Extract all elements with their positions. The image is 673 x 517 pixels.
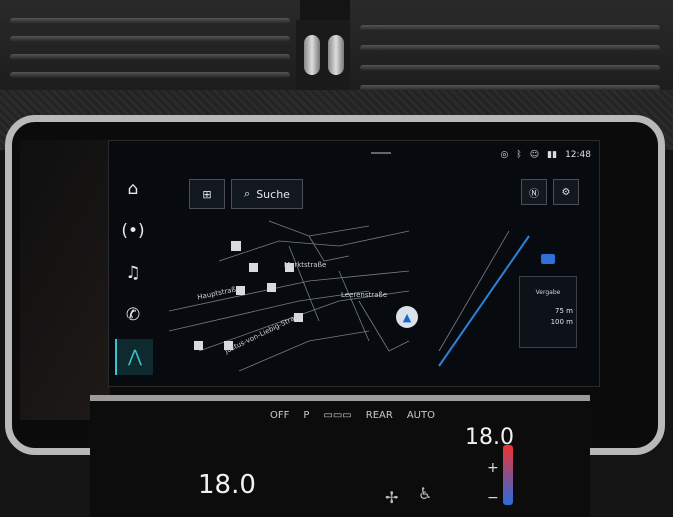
radio-icon: (•) [121,221,145,241]
nav-rail: ⌂ (•) ♫ ✆ ⋀ [109,171,153,386]
parking-button[interactable]: P [303,410,309,421]
rear-defrost-button[interactable]: ▭▭▭ [323,410,351,421]
distance-2: 100 m [550,318,573,326]
temp-down-button[interactable]: − [487,490,499,506]
music-icon: ♫ [125,263,141,283]
auto-button[interactable]: AUTO [407,410,435,421]
route-line [438,235,530,367]
infotainment-screen: ◎ ᛒ ☺ ▮▮ 12:48 ⌂ (•) ♫ ✆ ⋀ ⊞ ⌕ Suche Ⓝ ⚙… [108,140,600,387]
air-vent-right [350,0,673,100]
music-button[interactable]: ♫ [115,255,151,291]
seat-icon[interactable]: ♿ [418,484,432,503]
phone-button[interactable]: ✆ [115,297,151,333]
compass-button[interactable]: Ⓝ [521,179,547,205]
screen-reflection [20,140,110,420]
distance-1: 75 m [555,307,573,315]
hazard-knob-area [296,20,354,90]
apps-grid-icon: ⊞ [202,187,212,201]
speed-limit-sign [541,254,555,264]
temperature-slider[interactable] [503,445,513,505]
person-icon: ☺ [529,150,540,160]
compass-icon: Ⓝ [529,188,539,200]
navigation-icon: ⋀ [128,347,142,367]
clock: 12:48 [565,150,591,160]
status-bar: ◎ ᛒ ☺ ▮▮ 12:48 [501,147,592,163]
street-label: Leerenstraße [341,291,388,299]
drag-handle[interactable] [371,152,391,154]
home-button[interactable]: ⌂ [115,171,151,207]
search-icon: ⌕ [244,187,251,200]
bluetooth-icon: ᛒ [516,150,522,160]
temperature-left[interactable]: 18.0 [198,470,256,500]
distance-readout: 75 m 100 m [551,306,573,328]
fan-icon[interactable]: ✢ [385,488,398,507]
street-label: Marktstraße [284,261,327,269]
home-icon: ⌂ [127,179,139,199]
settings-button[interactable]: ⚙ [553,179,579,205]
radio-button[interactable]: (•) [115,213,151,249]
search-label: Suche [256,187,290,201]
temp-up-button[interactable]: + [487,460,499,476]
position-marker-icon: ▲ [396,306,418,328]
phone-icon: ✆ [125,305,141,325]
air-vent-left [0,0,300,95]
apps-button[interactable]: ⊞ [189,179,225,209]
top-toolbar: ⊞ ⌕ Suche [189,179,303,209]
gear-icon: ⚙ [561,186,571,198]
navigation-button[interactable]: ⋀ [115,339,153,375]
map-canvas[interactable] [109,141,599,386]
search-button[interactable]: ⌕ Suche [231,179,303,209]
climate-buttons: OFF P ▭▭▭ REAR AUTO [270,410,435,421]
guidance-label: Vergabe [535,289,561,296]
climate-off-button[interactable]: OFF [270,410,289,421]
defrost-button[interactable]: REAR [366,410,393,421]
location-icon: ◎ [500,150,509,160]
map-controls: Ⓝ ⚙ [521,179,579,205]
signal-icon: ▮▮ [547,150,558,160]
